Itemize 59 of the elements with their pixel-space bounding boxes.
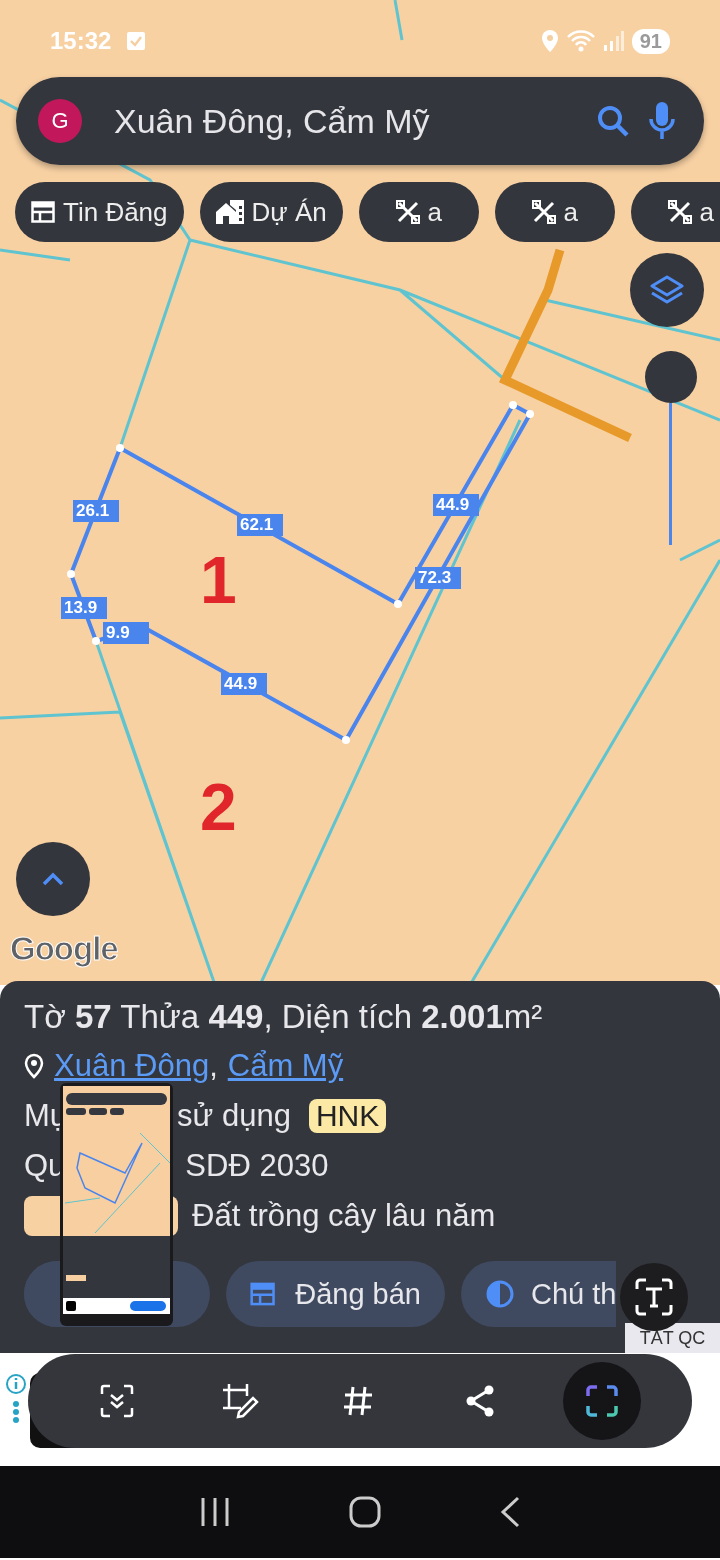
text-scan-icon bbox=[634, 1277, 674, 1317]
planning-label: SDĐ 2030 bbox=[185, 1148, 329, 1184]
signal-icon bbox=[603, 31, 624, 51]
battery-indicator: 91 bbox=[631, 28, 670, 54]
slider-handle[interactable] bbox=[645, 351, 697, 403]
account-avatar[interactable]: G bbox=[38, 99, 82, 143]
filter-chip[interactable]: a bbox=[494, 182, 615, 242]
info-icon[interactable] bbox=[5, 1373, 27, 1423]
calendar-icon bbox=[250, 1280, 276, 1308]
tools-icon bbox=[395, 200, 420, 224]
location-link[interactable]: Xuân Đông bbox=[54, 1048, 210, 1084]
search-field[interactable]: Xuân Đông, Cẩm Mỹ bbox=[114, 101, 578, 141]
location-pin-icon bbox=[24, 1053, 44, 1079]
tools-icon bbox=[667, 200, 692, 224]
hide-ads-label[interactable]: TẮT QC bbox=[625, 1323, 720, 1353]
home-icon[interactable] bbox=[349, 1496, 381, 1528]
microphone-icon[interactable] bbox=[648, 102, 676, 140]
house-icon bbox=[215, 200, 244, 224]
scroll-capture-icon[interactable] bbox=[100, 1384, 134, 1418]
land-use-text: Đất trồng cây lâu năm bbox=[192, 1198, 496, 1234]
layers-icon bbox=[650, 275, 684, 305]
edge-length-label: 9.9 bbox=[103, 622, 149, 644]
edge-length-label: 44.9 bbox=[221, 673, 267, 695]
chevron-up-icon bbox=[41, 871, 65, 887]
parcel-number: 2 bbox=[200, 772, 237, 842]
recent-apps-icon[interactable] bbox=[199, 1496, 231, 1528]
purpose-label: sử dụng bbox=[177, 1098, 291, 1134]
contrast-icon bbox=[485, 1279, 515, 1309]
back-icon[interactable] bbox=[499, 1496, 521, 1528]
location-icon bbox=[541, 30, 558, 52]
crop-edit-icon[interactable] bbox=[221, 1382, 259, 1420]
search-bar[interactable]: G Xuân Đông, Cẩm Mỹ bbox=[16, 77, 704, 165]
edge-length-label: 13.9 bbox=[61, 597, 107, 619]
edge-length-label: 26.1 bbox=[73, 500, 119, 522]
status-time: 15:32 bbox=[50, 27, 112, 55]
parcel-number: 1 bbox=[200, 545, 237, 615]
land-code-badge: HNK bbox=[308, 1099, 387, 1133]
wifi-icon bbox=[565, 29, 596, 53]
filter-chip[interactable]: Dự Án bbox=[199, 182, 343, 242]
screenshot-preview-toast[interactable] bbox=[60, 1083, 173, 1326]
action-button[interactable]: Đăng bán bbox=[226, 1261, 445, 1327]
checkbox-notification-icon bbox=[127, 32, 146, 50]
search-icon[interactable] bbox=[596, 104, 630, 138]
parcel-title: Tờ 57 Thửa 449, Diện tích 2.001m² bbox=[24, 997, 544, 1037]
share-icon[interactable] bbox=[465, 1385, 495, 1417]
edge-length-label: 62.1 bbox=[237, 514, 283, 536]
capture-frame-icon bbox=[586, 1385, 618, 1417]
filter-chip[interactable]: Tin Đăng bbox=[15, 182, 184, 242]
location-link[interactable]: Cẩm Mỹ bbox=[227, 1048, 344, 1084]
tools-icon bbox=[531, 200, 556, 224]
edge-length-label: 44.9 bbox=[433, 494, 479, 516]
action-button[interactable]: Chú th bbox=[461, 1261, 617, 1327]
separator-text: , bbox=[209, 1048, 218, 1084]
edge-length-label: 72.3 bbox=[415, 567, 461, 589]
calendar-icon bbox=[31, 201, 55, 223]
filter-chip[interactable]: a bbox=[358, 182, 479, 242]
filter-chip[interactable]: a bbox=[630, 182, 720, 242]
map-attribution: Google bbox=[10, 930, 118, 968]
hashtag-icon[interactable] bbox=[342, 1385, 374, 1417]
